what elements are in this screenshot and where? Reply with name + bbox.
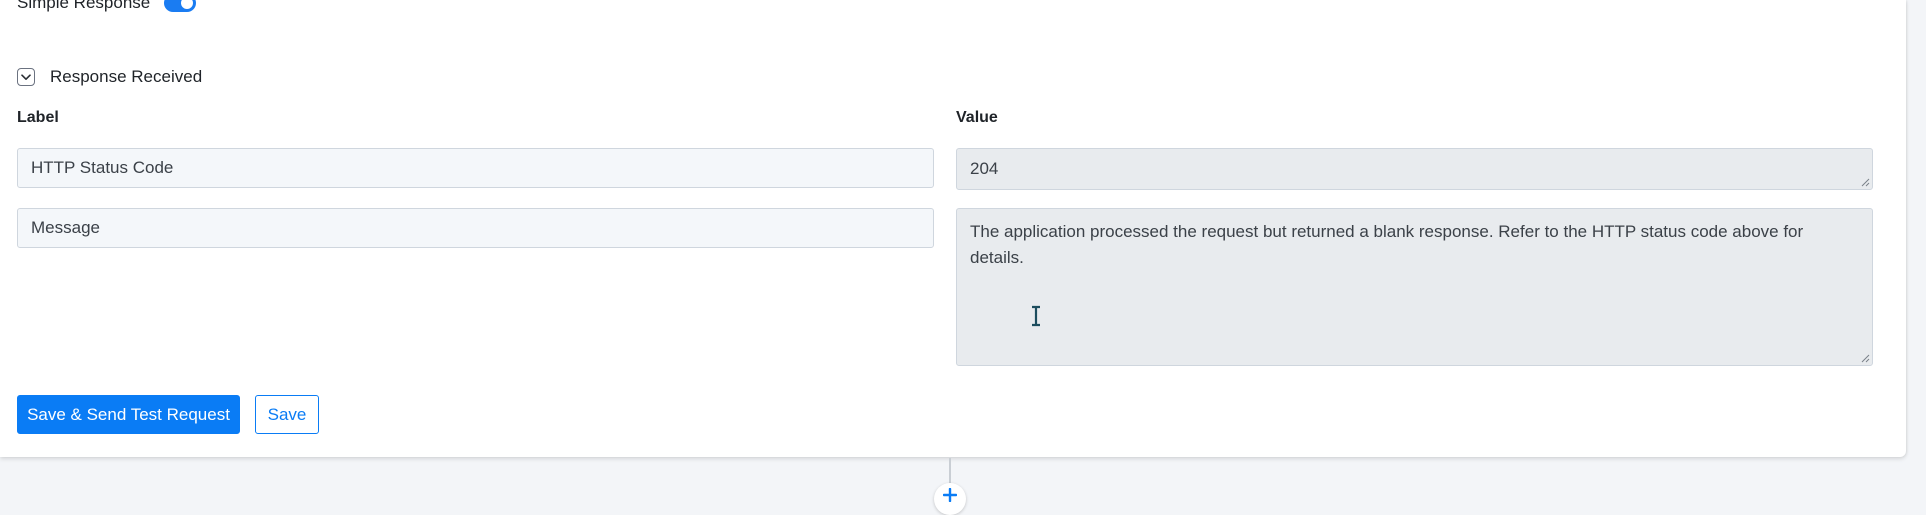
label-column-header: Label xyxy=(17,109,59,126)
toggle-knob xyxy=(181,0,194,9)
simple-response-toggle[interactable] xyxy=(164,0,197,12)
add-step-button[interactable] xyxy=(934,483,966,515)
value-column-header: Value xyxy=(956,109,998,126)
simple-response-label: Simple Response xyxy=(17,0,151,12)
plus-icon xyxy=(943,488,957,502)
resize-handle-icon[interactable] xyxy=(1861,178,1870,187)
label-field-status-code[interactable]: HTTP Status Code xyxy=(17,148,934,188)
value-field-message[interactable]: The application processed the request bu… xyxy=(956,208,1873,366)
status-code-value: 204 xyxy=(970,159,999,178)
text-cursor-icon xyxy=(1032,305,1040,327)
save-button[interactable]: Save xyxy=(255,395,319,434)
resize-handle-icon[interactable] xyxy=(1861,354,1870,363)
response-card: Simple Response Response Received Label … xyxy=(0,0,1906,457)
chevron-down-icon[interactable] xyxy=(17,68,35,86)
message-value: The application processed the request bu… xyxy=(970,222,1804,267)
simple-response-row: Simple Response xyxy=(17,0,197,14)
response-received-header[interactable]: Response Received xyxy=(17,67,202,87)
label-field-message[interactable]: Message xyxy=(17,208,934,248)
save-and-send-test-request-button[interactable]: Save & Send Test Request xyxy=(17,395,240,434)
flow-connector-line xyxy=(949,458,951,483)
value-field-status-code[interactable]: 204 xyxy=(956,148,1873,190)
section-title: Response Received xyxy=(50,67,203,86)
